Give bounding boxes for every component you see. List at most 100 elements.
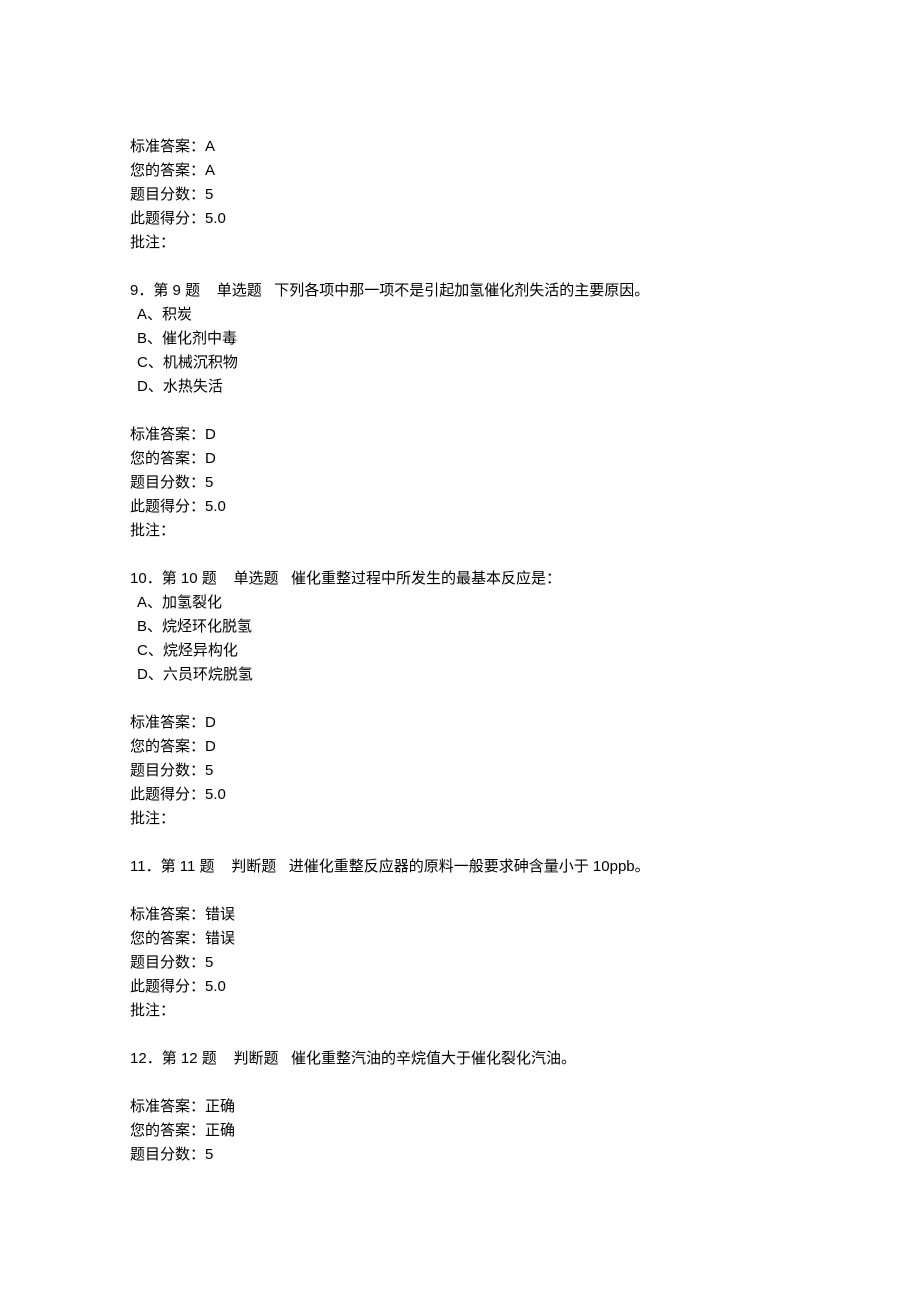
value-your: D bbox=[205, 450, 216, 467]
value-standard: 错误 bbox=[205, 906, 235, 923]
question-stem: 10．第 10 题 单选题 催化重整过程中所发生的最基本反应是： bbox=[130, 567, 790, 591]
q-seq: 11 bbox=[180, 858, 196, 875]
label-standard: 标准答案： bbox=[130, 906, 205, 923]
value-standard: 正确 bbox=[205, 1098, 235, 1115]
label-di: 第 bbox=[161, 858, 176, 875]
question-stem: 9．第 9 题 单选题 下列各项中那一项不是引起加氢催化剂失活的主要原因。 bbox=[130, 279, 790, 303]
value-earned: 5.0 bbox=[205, 978, 226, 995]
label-points: 题目分数： bbox=[130, 186, 205, 203]
q-text: 催化重整汽油的辛烷值大于催化裂化汽油。 bbox=[291, 1050, 576, 1067]
q-number: 11 bbox=[130, 858, 146, 875]
label-your: 您的答案： bbox=[130, 738, 205, 755]
label-standard: 标准答案： bbox=[130, 138, 205, 155]
option-D: D、水热失活 bbox=[130, 375, 790, 399]
spacer bbox=[217, 1050, 234, 1067]
spacer bbox=[278, 1050, 291, 1067]
q-type: 单选题 bbox=[217, 282, 262, 299]
dot: ． bbox=[146, 858, 161, 875]
answer-note-row: 批注： bbox=[130, 999, 790, 1023]
option-A: A、加氢裂化 bbox=[130, 591, 790, 615]
value-your: 正确 bbox=[205, 1122, 235, 1139]
value-standard: D bbox=[205, 714, 216, 731]
label-di: 第 bbox=[162, 1050, 177, 1067]
label-di: 第 bbox=[153, 282, 168, 299]
answer-earned-row: 此题得分：5.0 bbox=[130, 783, 790, 807]
value-your: A bbox=[205, 162, 215, 179]
answer-earned-row: 此题得分：5.0 bbox=[130, 207, 790, 231]
answer-standard-row: 标准答案：A bbox=[130, 135, 790, 159]
option-A: A、积炭 bbox=[130, 303, 790, 327]
label-ti: 题 bbox=[185, 282, 200, 299]
spacer bbox=[276, 858, 289, 875]
answer-points-row: 题目分数：5 bbox=[130, 759, 790, 783]
label-ti: 题 bbox=[202, 1050, 217, 1067]
question-stem: 11．第 11 题 判断题 进催化重整反应器的原料一般要求砷含量小于 10ppb… bbox=[130, 855, 790, 879]
q-seq: 10 bbox=[181, 570, 198, 587]
label-points: 题目分数： bbox=[130, 954, 205, 971]
q-number: 10 bbox=[130, 570, 147, 587]
answer-points-row: 题目分数：5 bbox=[130, 183, 790, 207]
label-your: 您的答案： bbox=[130, 162, 205, 179]
q-type: 判断题 bbox=[233, 1050, 278, 1067]
label-note: 批注： bbox=[130, 234, 175, 251]
q-text: 催化重整过程中所发生的最基本反应是： bbox=[291, 570, 561, 587]
answer-earned-row: 此题得分：5.0 bbox=[130, 495, 790, 519]
spacer bbox=[200, 282, 217, 299]
question-12: 12．第 12 题 判断题 催化重整汽油的辛烷值大于催化裂化汽油。 bbox=[130, 1047, 790, 1071]
question-stem: 12．第 12 题 判断题 催化重整汽油的辛烷值大于催化裂化汽油。 bbox=[130, 1047, 790, 1071]
question-12-answers: 标准答案：正确 您的答案：正确 题目分数：5 bbox=[130, 1095, 790, 1167]
question-11-answers: 标准答案：错误 您的答案：错误 题目分数：5 此题得分：5.0 批注： bbox=[130, 903, 790, 1023]
value-earned: 5.0 bbox=[205, 786, 226, 803]
question-9: 9．第 9 题 单选题 下列各项中那一项不是引起加氢催化剂失活的主要原因。 A、… bbox=[130, 279, 790, 399]
value-points: 5 bbox=[205, 1146, 213, 1163]
answer-points-row: 题目分数：5 bbox=[130, 1143, 790, 1167]
value-points: 5 bbox=[205, 954, 213, 971]
q-seq: 9 bbox=[173, 282, 181, 299]
answer-note-row: 批注： bbox=[130, 807, 790, 831]
option-C: C、机械沉积物 bbox=[130, 351, 790, 375]
answer-standard-row: 标准答案：错误 bbox=[130, 903, 790, 927]
answer-earned-row: 此题得分：5.0 bbox=[130, 975, 790, 999]
label-earned: 此题得分： bbox=[130, 498, 205, 515]
answer-your-row: 您的答案：正确 bbox=[130, 1119, 790, 1143]
dot: ． bbox=[147, 1050, 162, 1067]
answer-standard-row: 标准答案：D bbox=[130, 423, 790, 447]
label-earned: 此题得分： bbox=[130, 786, 205, 803]
spacer bbox=[215, 858, 232, 875]
dot: ． bbox=[147, 570, 162, 587]
label-di: 第 bbox=[162, 570, 177, 587]
option-B: B、催化剂中毒 bbox=[130, 327, 790, 351]
label-your: 您的答案： bbox=[130, 450, 205, 467]
option-D: D、六员环烷脱氢 bbox=[130, 663, 790, 687]
label-earned: 此题得分： bbox=[130, 210, 205, 227]
value-earned: 5.0 bbox=[205, 210, 226, 227]
label-note: 批注： bbox=[130, 1002, 175, 1019]
label-ti: 题 bbox=[202, 570, 217, 587]
option-C: C、烷烃异构化 bbox=[130, 639, 790, 663]
value-standard: A bbox=[205, 138, 215, 155]
value-your: D bbox=[205, 738, 216, 755]
question-8-answers: 标准答案：A 您的答案：A 题目分数：5 此题得分：5.0 批注： bbox=[130, 135, 790, 255]
question-10: 10．第 10 题 单选题 催化重整过程中所发生的最基本反应是： A、加氢裂化 … bbox=[130, 567, 790, 687]
value-standard: D bbox=[205, 426, 216, 443]
label-your: 您的答案： bbox=[130, 1122, 205, 1139]
value-earned: 5.0 bbox=[205, 498, 226, 515]
answer-standard-row: 标准答案：D bbox=[130, 711, 790, 735]
spacer bbox=[217, 570, 234, 587]
value-points: 5 bbox=[205, 186, 213, 203]
question-11: 11．第 11 题 判断题 进催化重整反应器的原料一般要求砷含量小于 10ppb… bbox=[130, 855, 790, 879]
value-points: 5 bbox=[205, 762, 213, 779]
q-text: 下列各项中那一项不是引起加氢催化剂失活的主要原因。 bbox=[274, 282, 649, 299]
answer-note-row: 批注： bbox=[130, 519, 790, 543]
question-10-answers: 标准答案：D 您的答案：D 题目分数：5 此题得分：5.0 批注： bbox=[130, 711, 790, 831]
value-points: 5 bbox=[205, 474, 213, 491]
spacer bbox=[278, 570, 291, 587]
answer-your-row: 您的答案：D bbox=[130, 447, 790, 471]
option-B: B、烷烃环化脱氢 bbox=[130, 615, 790, 639]
q-seq: 12 bbox=[181, 1050, 198, 1067]
answer-your-row: 您的答案：D bbox=[130, 735, 790, 759]
label-ti: 题 bbox=[200, 858, 215, 875]
answer-your-row: 您的答案：错误 bbox=[130, 927, 790, 951]
label-standard: 标准答案： bbox=[130, 714, 205, 731]
label-note: 批注： bbox=[130, 810, 175, 827]
